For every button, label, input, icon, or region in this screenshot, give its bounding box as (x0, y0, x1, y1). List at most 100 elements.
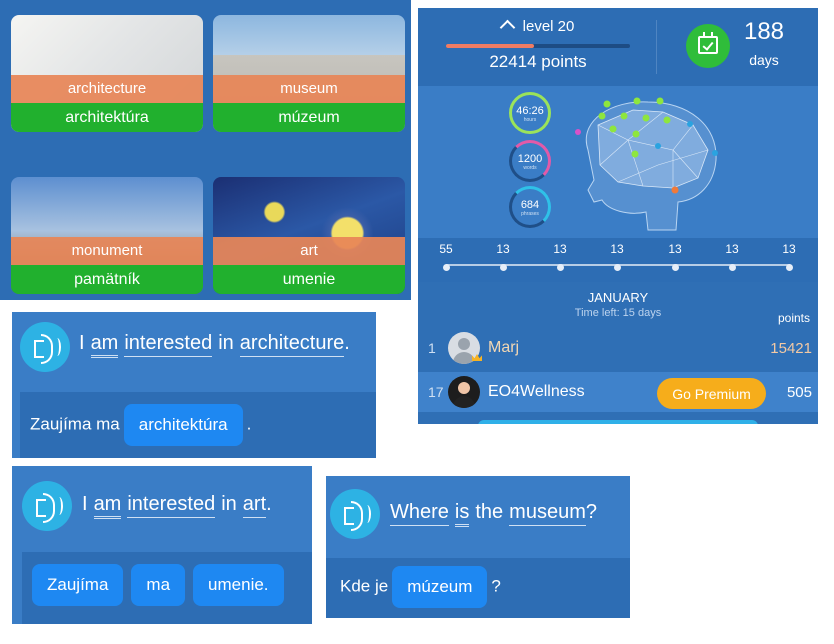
level-progress-bar (446, 44, 630, 48)
words-ring: 1200 words (509, 140, 551, 182)
user-points: 15421 (770, 340, 812, 357)
leaderboard-row[interactable]: 1 Marj 15421 (418, 328, 818, 368)
word[interactable]: in (221, 493, 237, 516)
streak-day: 13 (602, 242, 632, 271)
word[interactable]: the (475, 501, 503, 524)
streak-day: 13 (488, 242, 518, 271)
answer-line: Kde je múzeum? (340, 566, 501, 608)
word[interactable]: Where (390, 501, 449, 526)
card-english-label: art (213, 237, 405, 265)
leaderboard-row-current-user[interactable]: 17 EO4Wellness Go Premium 505 (418, 372, 818, 412)
time-left: Time left: 15 days (574, 307, 662, 319)
level-indicator: level 20 (446, 18, 630, 36)
card-english-label: museum (213, 75, 405, 103)
brain-stats: 46:26 hours 1200 words 684 phrases (418, 86, 818, 238)
phrases-ring: 684 phrases (509, 186, 551, 228)
punctuation: . (266, 493, 272, 515)
user-name: Marj (488, 339, 520, 356)
user-name: EO4Wellness (488, 383, 585, 400)
answer-chip[interactable]: múzeum (392, 566, 488, 608)
user-points: 505 (786, 384, 812, 401)
word[interactable]: I (82, 493, 88, 516)
streak-day: 13 (660, 242, 690, 271)
hours-ring: 46:26 hours (509, 92, 551, 134)
vocab-card-architecture[interactable]: architecture architektúra (11, 15, 203, 132)
streak-timeline: 55 13 13 13 13 13 13 (418, 238, 818, 282)
word[interactable]: museum (509, 501, 586, 526)
phrases-label: phrases (521, 211, 539, 217)
days-label: days (749, 52, 779, 68)
points-total: 22414 points (489, 52, 587, 71)
words-value: 1200 (517, 153, 543, 165)
vocab-card-art[interactable]: art umenie (213, 177, 405, 294)
vocab-card-museum[interactable]: museum múzeum (213, 15, 405, 132)
streak-day: 13 (545, 242, 575, 271)
word[interactable]: am (93, 493, 122, 519)
answer-chip[interactable]: Zaujíma (32, 564, 124, 606)
answer-chip[interactable]: ma (131, 564, 186, 606)
answer-chip[interactable]: umenie. (193, 564, 284, 606)
card-slovak-label: pamätník (11, 265, 203, 294)
level-label: level 20 (522, 18, 575, 35)
vocabulary-panel: architecture architektúra museum múzeum … (0, 0, 411, 300)
english-sentence: Where is the museum? (390, 501, 603, 527)
points-header: points (777, 311, 810, 325)
answer-line: Zaujíma ma architektúra. (30, 404, 251, 446)
word[interactable]: I (79, 332, 85, 355)
vocab-card-monument[interactable]: monument pamätník (11, 177, 203, 294)
answer-text: ? (491, 576, 501, 596)
streak-day: 55 (431, 242, 461, 271)
speaker-icon[interactable] (20, 322, 70, 372)
streak-day: 13 (717, 242, 747, 271)
speaker-icon[interactable] (22, 481, 72, 531)
hours-value: 46:26 (516, 105, 544, 117)
english-sentence: Iam interested in architecture. (79, 332, 356, 358)
word[interactable]: interested (127, 493, 216, 518)
sentence-card: Iam interested in art. Zaujíma ma umenie. (12, 466, 312, 624)
card-slovak-label: umenie (213, 265, 405, 294)
calendar-check-icon (686, 24, 730, 68)
chevron-up-icon (499, 19, 515, 36)
word[interactable]: interested (124, 332, 213, 357)
answer-text: Kde je (340, 576, 389, 596)
word[interactable]: architecture (239, 332, 345, 357)
streak-day: 13 (774, 242, 804, 271)
punctuation: ? (585, 501, 597, 523)
brain-illustration (575, 97, 718, 231)
go-premium-button[interactable]: Go Premium (657, 378, 766, 409)
bottom-action-bar[interactable] (478, 420, 758, 424)
answer-text: . (246, 414, 252, 434)
rank: 1 (428, 340, 436, 356)
answer-line: Zaujíma ma umenie. (28, 564, 288, 606)
rank: 17 (428, 384, 444, 400)
english-sentence: Iam interested in art. (82, 493, 278, 519)
punctuation: . (344, 332, 350, 354)
answer-text: Zaujíma ma (30, 414, 120, 434)
card-slovak-label: architektúra (11, 103, 203, 132)
answer-area: Kde je múzeum? (326, 558, 630, 618)
answer-chip[interactable]: architektúra (123, 404, 243, 446)
card-english-label: architecture (11, 75, 203, 103)
card-english-label: monument (11, 237, 203, 265)
hours-label: hours (523, 117, 537, 123)
card-slovak-label: múzeum (213, 103, 405, 132)
answer-area: Zaujíma ma architektúra. (20, 392, 376, 458)
avatar (448, 376, 480, 408)
answer-area: Zaujíma ma umenie. (22, 552, 312, 624)
word[interactable]: am (90, 332, 119, 358)
speaker-icon[interactable] (330, 489, 380, 539)
days-count: 188 (743, 18, 785, 45)
word[interactable]: art (242, 493, 267, 518)
leaderboard: JANUARY Time left: 15 days points 1 Marj… (418, 282, 818, 424)
word[interactable]: in (218, 332, 234, 355)
sentence-card: Where is the museum? Kde je múzeum? (326, 476, 630, 618)
phrases-value: 684 (520, 199, 540, 211)
stats-panel: level 20 22414 points 188 days 46:26 hour… (418, 8, 818, 424)
level-progress-fill (446, 44, 535, 48)
words-label: words (523, 165, 537, 171)
divider (656, 20, 657, 74)
leaderboard-month: JANUARY (587, 290, 649, 305)
stats-header: level 20 22414 points 188 days (418, 8, 818, 86)
sentence-card: Iam interested in architecture. Zaujíma ma a… (12, 312, 376, 458)
word[interactable]: is (454, 501, 470, 527)
